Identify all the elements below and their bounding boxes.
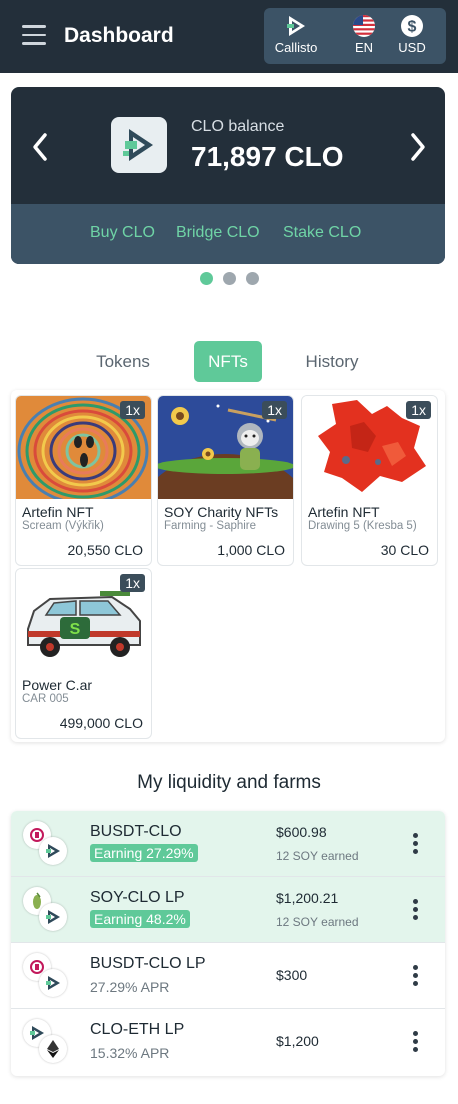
nft-image-drawing: 1x [302, 396, 437, 499]
app-header: Dashboard Callisto EN $ USD [0, 0, 458, 73]
liquidity-list: BUSDT-CLO Earning 27.29% $600.98 12 SOY … [11, 811, 445, 1076]
header-settings-panel: Callisto EN $ USD [264, 8, 446, 64]
nft-card[interactable]: 1x Artefin NFT Drawing 5 (Kresba 5) 30 C… [301, 395, 438, 566]
nft-subtitle: Scream (Výkřik) [22, 520, 104, 532]
nft-image-scream: 1x [16, 396, 151, 499]
nft-title: Power C.ar [22, 677, 93, 693]
buy-clo-link[interactable]: Buy CLO [90, 224, 155, 242]
quantity-badge: 1x [406, 401, 431, 419]
network-label: Callisto [274, 40, 318, 55]
liquidity-row[interactable]: BUSDT-CLO LP 27.29% APR $300 [11, 943, 445, 1009]
carousel-dot[interactable] [245, 272, 259, 285]
tab-history[interactable]: History [294, 341, 370, 382]
pair-icons [23, 821, 73, 865]
quantity-badge: 1x [120, 574, 145, 592]
balance-actions-bar: Buy CLO Bridge CLO Stake CLO [11, 204, 445, 264]
pair-value: $1,200 [276, 1033, 319, 1049]
nft-title: Artefin NFT [308, 504, 380, 520]
tab-tokens[interactable]: Tokens [84, 341, 162, 382]
nft-subtitle: Farming - Saphire [164, 520, 257, 532]
balance-label: CLO balance [191, 118, 285, 135]
pair-icons [23, 953, 73, 997]
pair-value: $300 [276, 967, 308, 983]
page-title: Dashboard [64, 24, 174, 47]
more-options-icon[interactable] [409, 899, 421, 923]
language-label: EN [354, 40, 374, 55]
nft-price: 1,000 CLO [217, 542, 285, 558]
nft-title: Artefin NFT [22, 504, 94, 520]
pair-value: $600.98 [276, 824, 327, 840]
callisto-logo-icon [287, 16, 305, 36]
nft-image-soy-farming: 1x [158, 396, 293, 499]
earned-amount: 12 SOY earned [276, 915, 359, 929]
pair-name: BUSDT-CLO LP [90, 955, 206, 972]
clo-token-icon [39, 837, 67, 865]
chevron-left-icon[interactable] [27, 129, 53, 165]
apr-value: 15.32% APR [90, 1045, 170, 1061]
carousel-dot[interactable] [222, 272, 236, 285]
bridge-clo-link[interactable]: Bridge CLO [176, 224, 260, 242]
earning-badge: Earning 27.29% [90, 844, 198, 862]
nft-grid: 1x Artefin NFT Scream (Výkřik) 20,550 CL… [11, 390, 445, 742]
earned-amount: 12 SOY earned [276, 849, 359, 863]
clo-token-icon [39, 903, 67, 931]
carousel-indicator [0, 272, 458, 290]
more-options-icon[interactable] [409, 965, 421, 989]
pair-value: $1,200.21 [276, 890, 339, 906]
liquidity-row[interactable]: SOY-CLO LP Earning 48.2% $1,200.21 12 SO… [11, 877, 445, 943]
chevron-right-icon[interactable] [405, 129, 431, 165]
clo-token-logo [111, 117, 167, 173]
nft-price: 30 CLO [380, 542, 429, 558]
currency-selector[interactable]: $ USD [382, 14, 442, 55]
currency-label: USD [398, 40, 426, 55]
dollar-icon: $ [401, 15, 423, 37]
earning-badge: Earning 48.2% [90, 910, 190, 928]
menu-icon[interactable] [22, 25, 46, 47]
nft-price: 20,550 CLO [67, 542, 144, 558]
eth-token-icon [39, 1035, 67, 1063]
pair-name: SOY-CLO LP [90, 889, 185, 906]
nft-subtitle: Drawing 5 (Kresba 5) [308, 520, 417, 532]
clo-token-icon [39, 969, 67, 997]
pair-icons [23, 1019, 73, 1063]
balance-value: 71,897 CLO [191, 141, 344, 172]
us-flag-icon [353, 15, 375, 37]
nft-card[interactable]: 1x Artefin NFT Scream (Výkřik) 20,550 CL… [15, 395, 152, 566]
more-options-icon[interactable] [409, 833, 421, 857]
liquidity-row[interactable]: BUSDT-CLO Earning 27.29% $600.98 12 SOY … [11, 811, 445, 877]
nft-card[interactable]: 1x SOY Charity NFTs Farming - Saphire 1,… [157, 395, 294, 566]
quantity-badge: 1x [120, 401, 145, 419]
more-options-icon[interactable] [409, 1031, 421, 1055]
apr-value: 27.29% APR [90, 979, 170, 995]
carousel-dot[interactable] [199, 272, 213, 285]
pair-icons [23, 887, 73, 931]
nft-card[interactable]: S 1x Power C.ar CAR 005 499,000 CLO [15, 568, 152, 739]
quantity-badge: 1x [262, 401, 287, 419]
callisto-logo-icon [123, 129, 153, 161]
liquidity-section-title: My liquidity and farms [137, 772, 321, 793]
nft-price: 499,000 CLO [59, 715, 143, 731]
nft-subtitle: CAR 005 [22, 693, 69, 705]
svg-text:S: S [70, 621, 81, 638]
balance-card: CLO balance 71,897 CLO Buy CLO Bridge CL… [11, 87, 445, 264]
network-selector[interactable]: Callisto [266, 14, 326, 55]
pair-name: BUSDT-CLO [90, 823, 182, 840]
nft-title: SOY Charity NFTs [164, 504, 279, 520]
nft-image-car: S 1x [16, 569, 151, 672]
tab-nfts[interactable]: NFTs [194, 341, 262, 382]
svg-text:$: $ [408, 19, 417, 36]
liquidity-row[interactable]: CLO-ETH LP 15.32% APR $1,200 [11, 1009, 445, 1076]
stake-clo-link[interactable]: Stake CLO [283, 224, 361, 242]
pair-name: CLO-ETH LP [90, 1021, 185, 1038]
